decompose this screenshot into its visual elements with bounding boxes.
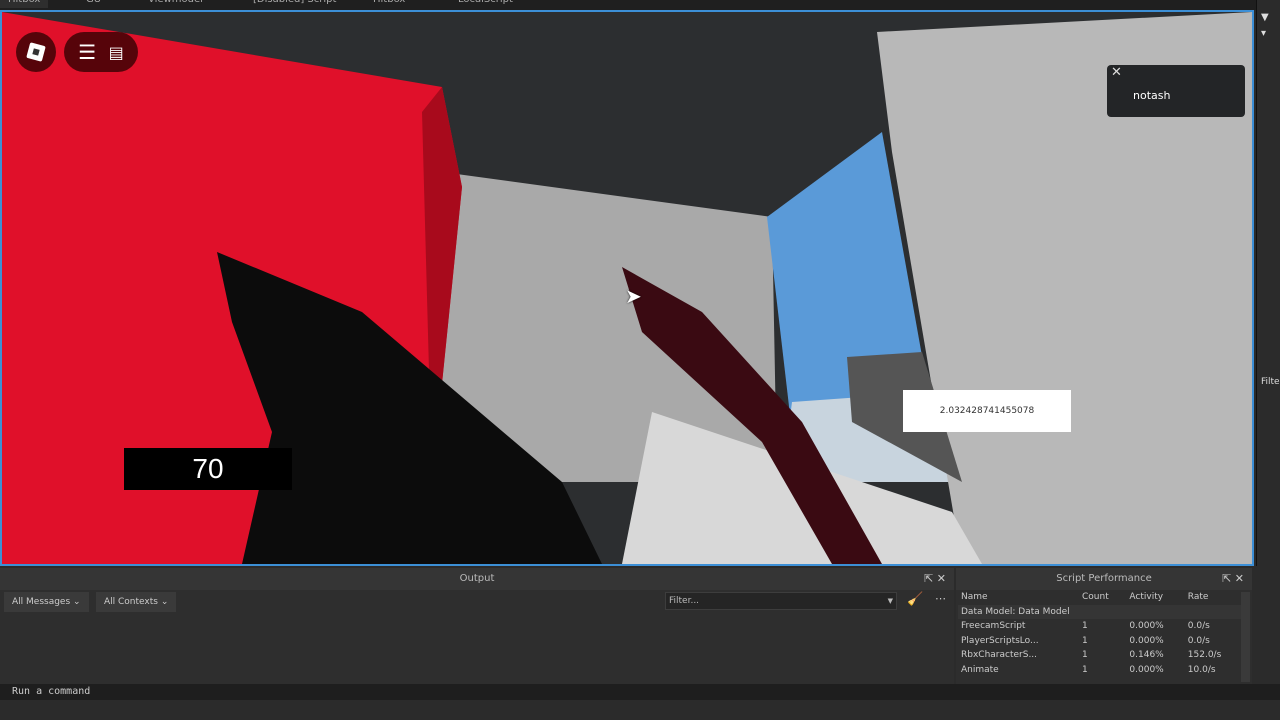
roblox-logo-icon (26, 42, 46, 62)
chat-icon[interactable]: ▤ (109, 43, 124, 62)
close-icon[interactable]: ✕ (937, 572, 946, 585)
close-icon[interactable]: ✕ (1235, 572, 1244, 585)
dropdown-value: All Messages (12, 597, 71, 607)
tab[interactable]: Hitbox (0, 0, 49, 8)
command-placeholder: Run a command (12, 686, 91, 697)
tab[interactable]: [Disabled] Script (245, 0, 344, 8)
cell-name: FreecamScript (961, 621, 1026, 632)
dropdown-value: All Contexts (104, 597, 158, 607)
filter-input[interactable]: Filter... ▼ (665, 592, 897, 610)
cell-rate: 10.0/s (1187, 664, 1216, 675)
command-bar[interactable]: Run a command (0, 684, 1280, 700)
cell-rate: 152.0/s (1187, 650, 1222, 661)
cell-activity: 0.000% (1129, 621, 1164, 632)
cell-name: Animate (961, 664, 999, 675)
tab[interactable]: Hitbox (365, 0, 413, 8)
table-row[interactable]: Animate 1 0.000% 10.0/s (958, 663, 1242, 678)
cell-count: 1 (1082, 664, 1088, 675)
topbar-pill: ☰ ▤ (64, 32, 138, 72)
chevron-down-icon: ⌄ (73, 597, 81, 607)
chevron-down-icon: ⌄ (160, 597, 169, 607)
explorer-panel: ▼ ▾ Filte (1256, 0, 1280, 566)
table-row[interactable]: RbxCharacterS... 1 0.146% 152.0/s (958, 648, 1242, 663)
notification-text: notash (1133, 89, 1171, 102)
close-icon[interactable]: ✕ (1111, 65, 1122, 80)
hamburger-menu-icon[interactable]: ☰ (78, 40, 96, 64)
output-panel: Output ⇱ ✕ All Messages ⌄ All Contexts ⌄… (0, 568, 954, 684)
status-area (0, 700, 1280, 720)
group-row[interactable]: Data Model: Data Model (958, 605, 1242, 620)
col-rate[interactable]: Rate (1185, 590, 1242, 605)
perf-header: Script Performance ⇱ ✕ (956, 568, 1252, 590)
dropdown-arrow-icon: ▼ (887, 597, 893, 605)
notification: ✕ notash (1107, 65, 1245, 117)
col-name[interactable]: Name (958, 590, 1079, 605)
output-header: Output ⇱ ✕ (0, 568, 954, 590)
filter-icon[interactable]: ▼ (1261, 12, 1269, 23)
perf-table: Name Count Activity Rate Data Model: Dat… (958, 590, 1242, 677)
cell-rate: 0.0/s (1187, 621, 1210, 632)
script-performance-panel: Script Performance ⇱ ✕ Name Count Activi… (956, 568, 1252, 684)
messages-dropdown[interactable]: All Messages ⌄ (4, 592, 89, 612)
cell-name: PlayerScriptsLo... (961, 635, 1039, 646)
col-count[interactable]: Count (1079, 590, 1126, 605)
cell-count: 1 (1082, 635, 1088, 646)
game-viewport[interactable]: ☰ ▤ ✕ notash 70 2.032428741455078 ➤ (0, 10, 1254, 566)
table-row[interactable]: FreecamScript 1 0.000% 0.0/s (958, 619, 1242, 634)
cell-rate: 0.0/s (1187, 635, 1210, 646)
scrollbar[interactable] (1241, 592, 1250, 682)
table-header: Name Count Activity Rate (958, 590, 1242, 605)
cell-count: 1 (1082, 621, 1088, 632)
cell-activity: 0.146% (1129, 650, 1164, 661)
cell-activity: 0.000% (1129, 635, 1164, 646)
cell-name: RbxCharacterS... (961, 650, 1038, 661)
cell-count: 1 (1082, 650, 1088, 661)
tab[interactable]: LocalScript (450, 0, 521, 8)
tab[interactable]: Viewmodel (140, 0, 211, 8)
tab[interactable]: GU (78, 0, 109, 8)
perf-title: Script Performance (1056, 573, 1152, 584)
value-display: 2.032428741455078 (903, 390, 1071, 432)
filter-placeholder: Filter... (669, 596, 700, 606)
clear-broom-icon[interactable]: 🧹 (907, 592, 923, 607)
roblox-menu-button[interactable] (16, 32, 56, 72)
ammo-counter: 70 (124, 448, 292, 490)
cell-activity: 0.000% (1129, 664, 1164, 675)
output-title: Output (459, 573, 495, 584)
undock-icon[interactable]: ⇱ (1222, 572, 1231, 585)
filter-label[interactable]: Filte (1261, 377, 1280, 387)
table-row[interactable]: PlayerScriptsLo... 1 0.000% 0.0/s (958, 634, 1242, 649)
script-tab-bar: Hitbox GU Viewmodel [Disabled] Script Hi… (0, 0, 1256, 10)
expand-arrow-icon[interactable]: ▾ (1261, 28, 1266, 39)
undock-icon[interactable]: ⇱ (924, 572, 933, 585)
contexts-dropdown[interactable]: All Contexts ⌄ (96, 592, 177, 612)
more-options-icon[interactable]: ⋯ (935, 592, 946, 605)
col-activity[interactable]: Activity (1126, 590, 1184, 605)
mouse-cursor-icon: ➤ (625, 284, 642, 308)
